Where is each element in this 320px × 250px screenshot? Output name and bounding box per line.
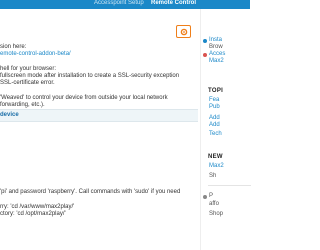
gear-icon xyxy=(180,28,188,36)
shop-link[interactable]: Shop xyxy=(209,211,223,219)
settings-button[interactable] xyxy=(176,25,191,38)
divider xyxy=(208,185,251,186)
news-link[interactable]: Max2 xyxy=(209,163,224,171)
donate-text[interactable]: P xyxy=(209,193,213,201)
instructions-text: ctory: 'cd /opt/max2play/' xyxy=(0,211,66,217)
main-content: sion here: emote-control-addon-beta/ hel… xyxy=(0,9,200,250)
right-sidebar: Insta Brow Acces Max2 TOPI Fea Pub Add A… xyxy=(200,9,251,250)
donate-text: affo xyxy=(209,201,219,207)
panel-title: device xyxy=(0,112,19,118)
paypal-icon xyxy=(203,195,207,199)
topic-link[interactable]: Add xyxy=(209,122,220,130)
instructions-text: 'pi' and password 'raspberry'. Call comm… xyxy=(0,189,181,195)
sidebar-link[interactable]: Max2 xyxy=(209,58,224,66)
top-navigation-bar: Accesspoint Setup Remote Control xyxy=(0,0,250,9)
info-icon xyxy=(203,39,207,43)
news-heading: NEW xyxy=(208,154,223,160)
info-icon xyxy=(203,53,207,57)
addon-beta-link[interactable]: emote-control-addon-beta/ xyxy=(0,51,71,59)
tab-accesspoint-setup[interactable]: Accesspoint Setup xyxy=(94,0,144,9)
panel-header: device xyxy=(0,109,198,122)
topic-link[interactable]: Tech xyxy=(209,131,222,139)
topics-heading: TOPI xyxy=(208,88,224,94)
news-link[interactable]: Sh xyxy=(209,173,216,181)
topic-link[interactable]: Pub xyxy=(209,104,220,112)
tab-remote-control[interactable]: Remote Control xyxy=(151,0,196,9)
instructions-text: SSL-certificate error. xyxy=(0,80,55,86)
